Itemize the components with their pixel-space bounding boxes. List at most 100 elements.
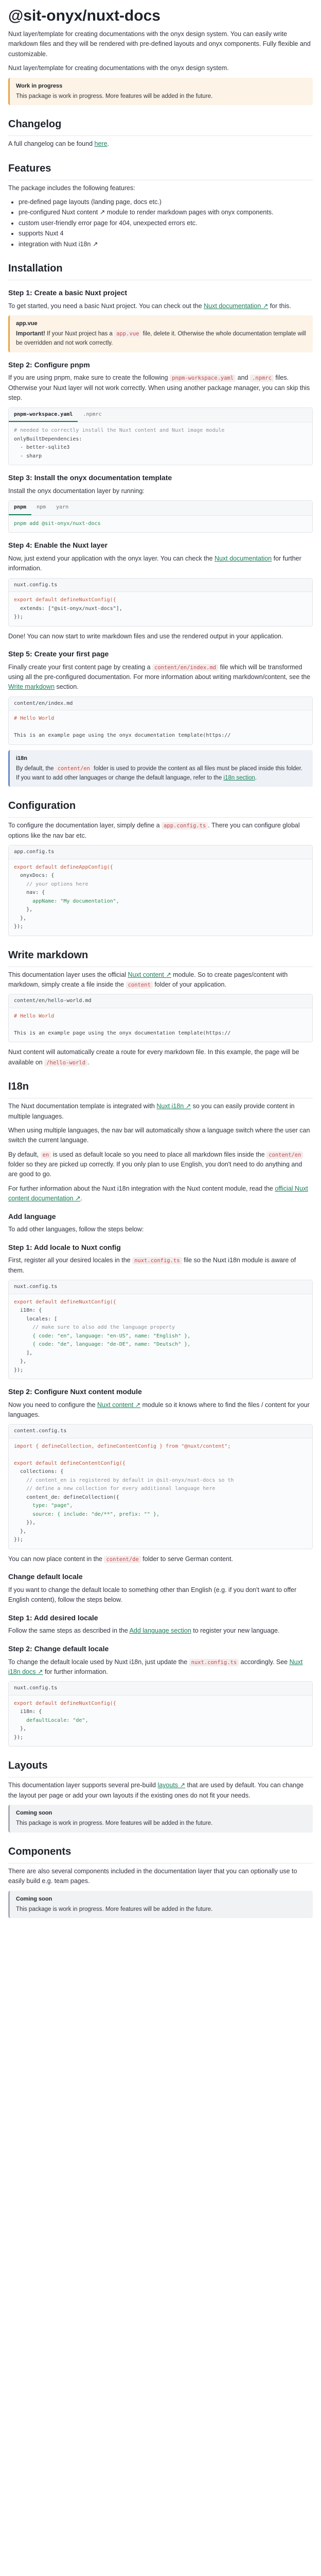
code-block-default-locale: nuxt.config.ts export default defineNuxt… <box>8 1681 313 1747</box>
i18n-callout: i18n By default, the content/en folder i… <box>8 750 313 787</box>
code-block-i18n-locales: nuxt.config.ts export default defineNuxt… <box>8 1280 313 1380</box>
step3-heading: Step 3: Install the onyx documentation t… <box>8 473 172 482</box>
code-content: # Hello World This is an example page us… <box>14 716 231 739</box>
nuxt-content-module-link[interactable]: Nuxt content ↗ <box>97 1401 140 1409</box>
work-in-progress-callout: Work in progress This package is work in… <box>8 77 313 106</box>
list-item: integration with Nuxt i18n ↗ <box>19 240 313 249</box>
cstep2-heading: Step 2: Change default locale <box>8 1644 109 1653</box>
add-language-heading: Add language <box>8 1212 56 1221</box>
write-markdown-heading: Write markdown <box>8 947 313 967</box>
add-language-link[interactable]: Add language section <box>130 1627 191 1634</box>
configuration-heading: Configuration <box>8 798 313 818</box>
tab-npmrc[interactable]: .npmrc <box>78 408 106 422</box>
readme-page: @sit-onyx/nuxt-docs Nuxt layer/template … <box>0 0 321 1944</box>
callout-title: Coming soon <box>16 1895 52 1902</box>
callout-title: i18n <box>16 755 28 761</box>
callout-text: This package is work in progress. More f… <box>16 1820 213 1827</box>
components-coming-soon-callout: Coming soon This package is work in prog… <box>8 1890 313 1919</box>
i18n-step1-heading: Step 1: Add locale to Nuxt config <box>8 1243 121 1251</box>
code-filename: content.config.ts <box>9 1425 312 1438</box>
i18n-p1: The Nuxt documentation template is integ… <box>8 1103 295 1120</box>
code-filename: content/en/hello-world.md <box>9 994 312 1008</box>
list-item: supports Nuxt 4 <box>19 229 313 239</box>
page-title: @sit-onyx/nuxt-docs <box>8 7 160 24</box>
code-content: export default defineNuxtConfig({ i18n: … <box>14 1700 116 1740</box>
code-block-install: pnpm npm yarn pnpm add @sit-onyx/nuxt-do… <box>8 500 313 533</box>
tab-npm[interactable]: npm <box>31 501 51 515</box>
step4-text: Now, just extend your application with t… <box>8 554 301 572</box>
step5-text: Finally create your first content page b… <box>8 663 311 691</box>
write-markdown-link[interactable]: Write markdown <box>8 683 55 690</box>
write-markdown-text: This documentation layer uses the offici… <box>8 971 288 989</box>
cstep1-heading: Step 1: Add desired locale <box>8 1613 98 1622</box>
nuxt-layer-docs-link[interactable]: Nuxt documentation <box>215 555 272 562</box>
nuxt-content-link[interactable]: Nuxt content ↗ <box>128 971 171 978</box>
step4-heading: Step 4: Enable the Nuxt layer <box>8 541 108 550</box>
callout-text: This package is work in progress. More f… <box>16 1906 213 1912</box>
code-block-app-config: app.config.ts export default defineAppCo… <box>8 845 313 936</box>
tab-yarn[interactable]: yarn <box>51 501 74 515</box>
list-item: custom user-friendly error page for 404,… <box>19 218 313 228</box>
tab-pnpm-workspace[interactable]: pnpm-workspace.yaml <box>9 408 78 422</box>
change-default-heading: Change default locale <box>8 1572 83 1581</box>
i18n-p2: When using multiple languages, the nav b… <box>8 1126 310 1144</box>
layouts-heading: Layouts <box>8 1758 313 1778</box>
step1-text: To get started, you need a basic Nuxt pr… <box>8 302 291 310</box>
callout-text: Important! If your Nuxt project has a ap… <box>16 330 306 346</box>
code-block-index-md: content/en/index.md # Hello World This i… <box>8 696 313 745</box>
code-tabs: pnpm-workspace.yaml .npmrc <box>9 408 312 423</box>
nuxt-i18n-link[interactable]: Nuxt i18n ↗ <box>156 1103 191 1110</box>
changelog-text: A full changelog can be found here. <box>8 140 110 148</box>
components-text: There are also several components includ… <box>8 1867 297 1885</box>
write-markdown-after: Nuxt content will automatically create a… <box>8 1048 299 1066</box>
features-heading: Features <box>8 161 313 180</box>
step5-heading: Step 5: Create your first page <box>8 649 109 658</box>
i18n-p4: For further information about the Nuxt i… <box>8 1184 308 1202</box>
nuxt-docs-link[interactable]: Nuxt documentation ↗ <box>204 302 268 310</box>
i18n-p3: By default, en is used as default locale… <box>8 1150 313 1180</box>
step2-text: If you are using pnpm, make sure to crea… <box>8 374 310 402</box>
callout-title: Coming soon <box>16 1810 52 1817</box>
layouts-link[interactable]: layouts ↗ <box>157 1782 185 1789</box>
list-item: pre-defined page layouts (landing page, … <box>19 197 313 207</box>
features-intro: The package includes the following featu… <box>8 184 135 192</box>
code-filename: nuxt.config.ts <box>9 1280 312 1294</box>
i18n-section-link[interactable]: i18n section <box>223 775 255 781</box>
i18n-heading: I18n <box>8 1079 313 1099</box>
code-content: export default defineAppConfig({ onyxDoc… <box>14 864 119 930</box>
intro-subtitle: Nuxt layer/template for creating documen… <box>8 64 229 72</box>
i18n-step2-heading: Step 2: Configure Nuxt content module <box>8 1387 142 1396</box>
code-content: # needed to correctly install the Nuxt c… <box>14 428 225 459</box>
layouts-coming-soon-callout: Coming soon This package is work in prog… <box>8 1805 313 1833</box>
code-block-pnpm-config: pnpm-workspace.yaml .npmrc # needed to c… <box>8 407 313 466</box>
code-content: # Hello World This is an example page us… <box>14 1013 231 1036</box>
code-block-content-config: content.config.ts import { defineCollect… <box>8 1424 313 1549</box>
code-filename: nuxt.config.ts <box>9 1682 312 1696</box>
tab-pnpm[interactable]: pnpm <box>9 501 32 515</box>
step3-text: Install the onyx documentation layer by … <box>8 487 145 495</box>
code-filename: content/en/index.md <box>9 697 312 711</box>
callout-text: By default, the content/en folder is use… <box>16 765 303 781</box>
installation-heading: Installation <box>8 261 313 280</box>
code-content: pnpm add @sit-onyx/nuxt-docs <box>14 520 101 527</box>
cstep2-text: To change the default locale used by Nux… <box>8 1658 303 1675</box>
callout-title: Work in progress <box>16 82 63 89</box>
configuration-text: To configure the documentation layer, si… <box>8 822 300 839</box>
list-item: pre-configured Nuxt content ↗ module to … <box>19 208 313 217</box>
code-filename: nuxt.config.ts <box>9 578 312 592</box>
code-content: import { defineCollection, defineContent… <box>14 1443 234 1543</box>
callout-text: This package is work in progress. More f… <box>16 93 213 99</box>
i18n-step2-text: Now you need to configure the Nuxt conte… <box>8 1401 310 1419</box>
step1-heading: Step 1: Create a basic Nuxt project <box>8 288 128 297</box>
cstep1-text: Follow the same steps as described in th… <box>8 1627 280 1635</box>
i18n-step1-text: First, register all your desired locales… <box>8 1257 296 1274</box>
intro-paragraph: Nuxt layer/template for creating documen… <box>8 30 311 58</box>
code-tabs: pnpm npm yarn <box>9 501 312 516</box>
step2-heading: Step 2: Configure pnpm <box>8 360 90 369</box>
add-language-text: To add other languages, follow the steps… <box>8 1226 144 1233</box>
i18n-step2-after: You can now place content in the content… <box>8 1555 233 1563</box>
changelog-link[interactable]: here <box>95 140 108 147</box>
code-block-nuxt-config: nuxt.config.ts export default defineNuxt… <box>8 578 313 626</box>
code-content: export default defineNuxtConfig({ extend… <box>14 597 122 620</box>
layouts-text: This documentation layer supports severa… <box>8 1782 304 1799</box>
